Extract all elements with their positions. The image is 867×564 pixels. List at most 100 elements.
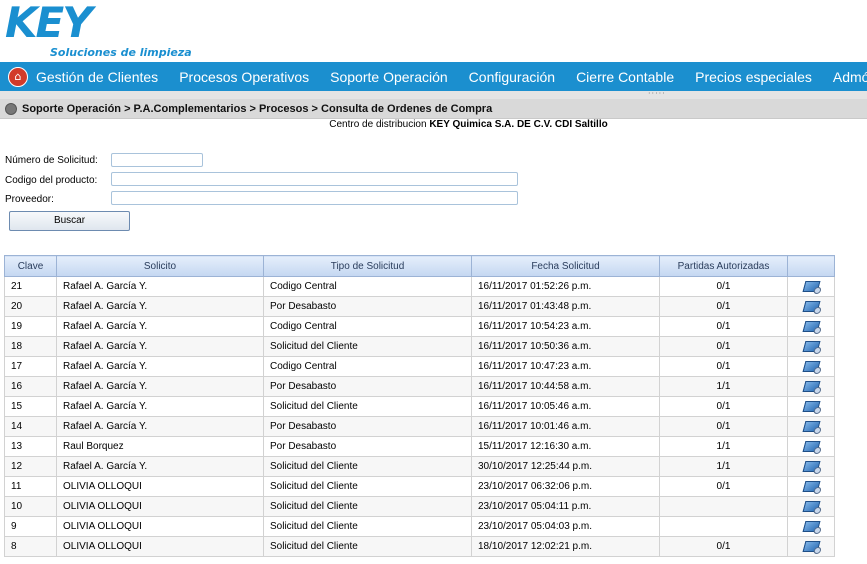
cell-solicito: Rafael A. García Y. [56,336,264,357]
document-search-icon[interactable] [802,340,820,352]
col-solicito[interactable]: Solicito [56,255,264,277]
table-row[interactable]: 14 Rafael A. García Y. Por Desabasto 16/11/… [4,416,835,437]
cell-tipo: Solicitud del Cliente [263,536,472,557]
cell-partidas: 0/1 [659,396,788,417]
cell-clave: 21 [4,276,57,297]
cell-action [787,336,835,357]
table-row[interactable]: 10 OLIVIA OLLOQUI Solicitud del Cliente 23/… [4,496,835,517]
cell-solicito: Rafael A. García Y. [56,416,264,437]
cell-partidas: 0/1 [659,316,788,337]
table-row[interactable]: 17 Rafael A. García Y. Codigo Central 16/11… [4,356,835,377]
center-name: KEY Quimica S.A. DE C.V. CDI Saltillo [429,119,608,130]
header-logo: KEY Soluciones de limpieza [0,0,867,62]
document-search-icon[interactable] [802,300,820,312]
menu-item-cierre-contable[interactable]: Cierre Contable [576,69,674,85]
cell-fecha: 16/11/2017 10:01:46 a.m. [471,416,660,437]
cell-tipo: Por Desabasto [263,376,472,397]
cell-tipo: Solicitud del Cliente [263,396,472,417]
col-partidas[interactable]: Partidas Autorizadas [659,255,788,277]
search-button[interactable]: Buscar [9,211,130,231]
cell-solicito: OLIVIA OLLOQUI [56,516,264,537]
cell-solicito: Rafael A. García Y. [56,296,264,317]
cell-tipo: Por Desabasto [263,436,472,457]
cell-partidas: 1/1 [659,376,788,397]
menu-item-admon[interactable]: Admón. de C [833,69,867,85]
cell-clave: 9 [4,516,57,537]
document-search-icon[interactable] [802,320,820,332]
cell-fecha: 30/10/2017 12:25:44 p.m. [471,456,660,477]
breadcrumb-text: Soporte Operación > P.A.Complementarios … [22,102,493,115]
cell-fecha: 15/11/2017 12:16:30 a.m. [471,436,660,457]
document-search-icon[interactable] [802,500,820,512]
document-search-icon[interactable] [802,380,820,392]
document-search-icon[interactable] [802,480,820,492]
proveedor-label: Proveedor: [5,194,54,205]
cell-fecha: 23/10/2017 05:04:11 p.m. [471,496,660,517]
cell-partidas [659,496,788,517]
cell-solicito: OLIVIA OLLOQUI [56,476,264,497]
table-row[interactable]: 13 Raul Borquez Por Desabasto 15/11/2017 12… [4,436,835,457]
menu-item-soporte-operacion[interactable]: Soporte Operación [330,69,448,85]
cell-clave: 16 [4,376,57,397]
document-search-icon[interactable] [802,520,820,532]
breadcrumb: Soporte Operación > P.A.Complementarios … [0,99,867,119]
menu-item-configuracion[interactable]: Configuración [469,69,555,85]
col-clave[interactable]: Clave [4,255,57,277]
document-search-icon[interactable] [802,440,820,452]
producto-input[interactable] [111,172,518,186]
cell-action [787,496,835,517]
table-row[interactable]: 19 Rafael A. García Y. Codigo Central 16/11… [4,316,835,337]
cell-action [787,516,835,537]
cell-fecha: 23/10/2017 05:04:03 p.m. [471,516,660,537]
cell-solicito: OLIVIA OLLOQUI [56,496,264,517]
table-row[interactable]: 12 Rafael A. García Y. Solicitud del Clien… [4,456,835,477]
col-fecha[interactable]: Fecha Solicitud [471,255,660,277]
table-row[interactable]: 11 OLIVIA OLLOQUI Solicitud del Cliente 23/… [4,476,835,497]
cell-fecha: 16/11/2017 10:05:46 a.m. [471,396,660,417]
cell-action [787,536,835,557]
document-search-icon[interactable] [802,280,820,292]
document-search-icon[interactable] [802,460,820,472]
cell-action [787,316,835,337]
orders-table: Clave Solicito Tipo de Solicitud Fecha S… [4,255,835,557]
table-row[interactable]: 18 Rafael A. García Y. Solicitud del Clien… [4,336,835,357]
cell-solicito: Rafael A. García Y. [56,396,264,417]
proveedor-input[interactable] [111,191,518,205]
cell-solicito: Raul Borquez [56,436,264,457]
col-tipo[interactable]: Tipo de Solicitud [263,255,472,277]
center-prefix: Centro de distribucion [329,119,427,130]
cell-tipo: Solicitud del Cliente [263,456,472,477]
table-row[interactable]: 16 Rafael A. García Y. Por Desabasto 16/11/… [4,376,835,397]
document-search-icon[interactable] [802,540,820,552]
cell-action [787,416,835,437]
document-search-icon[interactable] [802,420,820,432]
cell-partidas: 0/1 [659,536,788,557]
table-row[interactable]: 20 Rafael A. García Y. Por Desabasto 16/11/… [4,296,835,317]
home-icon[interactable]: ⌂ [8,66,28,87]
cell-tipo: Codigo Central [263,316,472,337]
table-header-row: Clave Solicito Tipo de Solicitud Fecha S… [4,255,835,277]
menu-item-gestion-clientes[interactable]: Gestión de Clientes [36,69,158,85]
menu-item-precios-especiales[interactable]: Precios especiales [695,69,812,85]
document-search-icon[interactable] [802,360,820,372]
main-menu: ⌂ Gestión de Clientes Procesos Operativo… [0,62,867,91]
logo: KEY [5,0,93,47]
cell-solicito: Rafael A. García Y. [56,356,264,377]
table-row[interactable]: 21 Rafael A. García Y. Codigo Central 16/11… [4,276,835,297]
cell-fecha: 16/11/2017 10:44:58 a.m. [471,376,660,397]
document-search-icon[interactable] [802,400,820,412]
table-row[interactable]: 9 OLIVIA OLLOQUI Solicitud del Cliente 23/1… [4,516,835,537]
solicitud-input[interactable] [111,153,203,167]
table-row[interactable]: 8 OLIVIA OLLOQUI Solicitud del Cliente 18/1… [4,536,835,557]
cell-clave: 11 [4,476,57,497]
cell-action [787,396,835,417]
cell-fecha: 16/11/2017 01:52:26 p.m. [471,276,660,297]
cell-clave: 15 [4,396,57,417]
cell-tipo: Por Desabasto [263,416,472,437]
cell-action [787,456,835,477]
cell-solicito: Rafael A. García Y. [56,456,264,477]
bullet-icon [5,102,17,115]
logo-tagline: Soluciones de limpieza [50,46,192,59]
table-row[interactable]: 15 Rafael A. García Y. Solicitud del Clien… [4,396,835,417]
menu-item-procesos-operativos[interactable]: Procesos Operativos [179,69,309,85]
